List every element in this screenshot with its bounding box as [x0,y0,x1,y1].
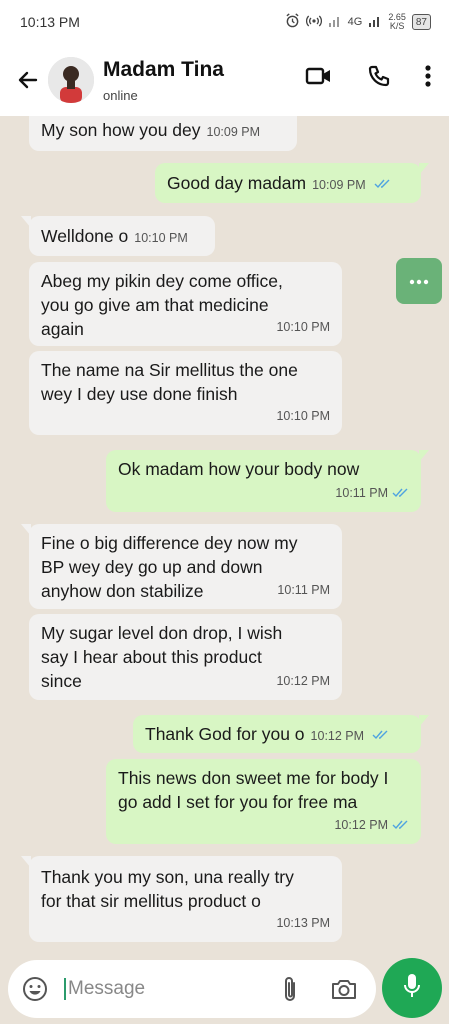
message-time: 10:12 PM [334,818,388,832]
message-incoming[interactable]: Thank you my son, una really try for tha… [21,856,342,942]
message-composer [8,960,376,1018]
avatar[interactable] [48,57,94,103]
message-meta: 10:12 PM [334,813,409,837]
message-time: 10:09 PM [206,125,261,139]
battery-indicator: 87 [411,14,431,30]
read-ticks-icon [372,730,389,740]
message-incoming[interactable]: The name na Sir mellitus the one wey I d… [29,351,342,435]
message-meta: 10:11 PM [335,481,409,505]
phone-icon[interactable] [367,64,391,88]
more-horizontal-icon [409,272,429,290]
message-time: 10:13 PM [276,916,330,930]
contact-info[interactable]: Madam Tina online [103,58,224,103]
attach-icon[interactable] [282,975,298,1003]
message-incoming[interactable]: My son how you dey 10:09 PM [29,116,297,151]
contact-status: online [103,87,138,103]
message-time: 10:12 PM [310,729,365,743]
hotspot-icon [305,14,322,31]
more-vertical-icon[interactable] [425,64,431,88]
contact-name: Madam Tina [103,57,224,81]
status-time: 10:13 PM [20,14,80,30]
message-time: 10:11 PM [335,486,388,500]
read-ticks-icon [392,820,409,830]
status-icons: 4G 2.65 K/S 87 [285,13,431,31]
read-ticks-icon [392,488,409,498]
message-incoming[interactable]: My sugar level don drop, I wish say I he… [29,614,342,700]
read-ticks-icon [374,179,391,189]
mic-button[interactable] [382,958,442,1018]
data-speed: 2.65 K/S [388,12,406,31]
alarm-icon [285,13,300,31]
mic-icon [403,973,421,1004]
network-type: 4G [347,16,363,28]
chat-header: Madam Tina online Whats Chat [0,44,449,154]
message-incoming[interactable]: Abeg my pikin dey come office, you go gi… [29,262,342,346]
signal-icon-2 [368,14,382,30]
message-time: 10:11 PM [277,583,330,597]
emoji-icon[interactable] [22,976,48,1002]
back-arrow-icon[interactable] [6,68,50,92]
message-time: 10:10 PM [276,409,330,423]
status-bar: 10:13 PM 4G 2.65 K/S 87 [0,0,449,44]
message-outgoing[interactable]: Thank God for you o 10:12 PM [133,715,429,753]
message-outgoing[interactable]: Good day madam 10:09 PM [155,163,429,203]
chat-area[interactable]: My son how you dey 10:09 PM Good day mada… [0,116,449,946]
message-outgoing[interactable]: This news don sweet me for body I go add… [106,759,421,844]
message-time: 10:12 PM [276,674,330,688]
message-time: 10:10 PM [134,231,188,245]
video-call-icon[interactable] [305,65,333,87]
message-time: 10:09 PM [312,178,366,192]
message-incoming[interactable]: Welldone o 10:10 PM [21,216,215,256]
signal-icon [328,14,342,30]
message-time: 10:10 PM [276,320,330,334]
header-actions [305,64,431,88]
message-outgoing[interactable]: Ok madam how your body now 10:11 PM [106,450,429,512]
message-incoming[interactable]: Fine o big difference dey now my BP wey … [21,524,342,609]
camera-icon[interactable] [330,977,358,1001]
more-options-button[interactable] [396,258,442,304]
message-input[interactable] [64,978,254,1000]
